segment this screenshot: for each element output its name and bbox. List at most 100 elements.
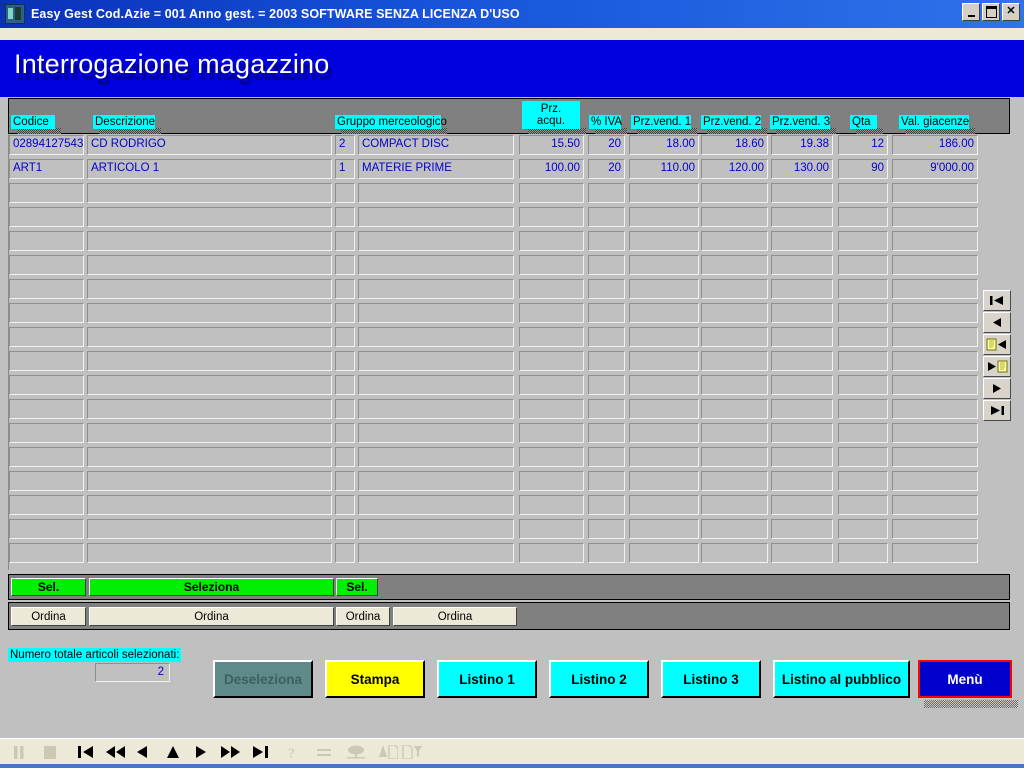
last-icon[interactable]	[252, 744, 268, 760]
previous-page-button[interactable]	[983, 334, 1011, 355]
cell-pv1[interactable]	[629, 351, 699, 371]
cell-qta[interactable]	[838, 471, 888, 491]
table-row[interactable]	[9, 326, 1011, 350]
fast-forward-icon[interactable]	[220, 744, 240, 760]
cell-gruppo_cod[interactable]: 1	[335, 159, 355, 179]
cell-val_giac[interactable]	[892, 279, 978, 299]
cell-val_giac[interactable]	[892, 183, 978, 203]
cell-pv3[interactable]	[771, 207, 833, 227]
listino-2-button[interactable]: Listino 2	[549, 660, 649, 698]
select-button-2[interactable]: Seleziona	[89, 578, 334, 596]
cell-gruppo_cod[interactable]	[335, 375, 355, 395]
cell-gruppo_cod[interactable]	[335, 255, 355, 275]
cell-codice[interactable]	[9, 183, 84, 203]
cell-codice[interactable]	[9, 423, 84, 443]
cell-descrizione[interactable]	[87, 303, 332, 323]
previous-record-button[interactable]	[983, 312, 1011, 333]
cell-val_giac[interactable]	[892, 327, 978, 347]
cell-gruppo[interactable]	[358, 327, 514, 347]
cell-gruppo_cod[interactable]	[335, 303, 355, 323]
filter-icon[interactable]	[402, 744, 422, 760]
cell-gruppo_cod[interactable]	[335, 183, 355, 203]
cell-gruppo[interactable]	[358, 255, 514, 275]
help-icon[interactable]: ?	[288, 744, 300, 760]
cell-prz_acqu[interactable]	[519, 183, 584, 203]
cell-val_giac[interactable]	[892, 303, 978, 323]
cell-val_giac[interactable]: 9'000.00	[892, 159, 978, 179]
table-row[interactable]	[9, 518, 1011, 542]
maximize-button[interactable]	[982, 3, 1000, 21]
cell-iva[interactable]	[588, 375, 625, 395]
cell-pv2[interactable]	[701, 543, 768, 563]
cell-descrizione[interactable]	[87, 351, 332, 371]
cell-pv3[interactable]	[771, 183, 833, 203]
cell-gruppo_cod[interactable]	[335, 207, 355, 227]
table-row[interactable]	[9, 374, 1011, 398]
cell-pv2[interactable]	[701, 423, 768, 443]
cell-qta[interactable]: 12	[838, 135, 888, 155]
cell-pv3[interactable]	[771, 399, 833, 419]
cell-gruppo[interactable]	[358, 495, 514, 515]
cell-iva[interactable]: 20	[588, 159, 625, 179]
table-row[interactable]	[9, 446, 1011, 470]
cell-codice[interactable]	[9, 279, 84, 299]
cell-gruppo[interactable]	[358, 279, 514, 299]
cell-descrizione[interactable]	[87, 495, 332, 515]
cell-gruppo_cod[interactable]	[335, 279, 355, 299]
cell-codice[interactable]: 0289412754388	[9, 135, 84, 155]
cell-pv1[interactable]	[629, 519, 699, 539]
minimize-button[interactable]	[962, 3, 980, 21]
cell-prz_acqu[interactable]: 15.50	[519, 135, 584, 155]
cell-qta[interactable]	[838, 255, 888, 275]
cell-pv1[interactable]	[629, 543, 699, 563]
cell-gruppo_cod[interactable]	[335, 351, 355, 371]
cell-qta[interactable]	[838, 231, 888, 251]
column-header[interactable]: Qta	[850, 115, 877, 129]
cell-gruppo[interactable]	[358, 519, 514, 539]
cell-prz_acqu[interactable]	[519, 543, 584, 563]
cell-val_giac[interactable]	[892, 543, 978, 563]
cell-pv2[interactable]	[701, 207, 768, 227]
cell-prz_acqu[interactable]	[519, 447, 584, 467]
cell-descrizione[interactable]	[87, 327, 332, 347]
table-row[interactable]	[9, 182, 1011, 206]
stop-icon[interactable]	[44, 744, 56, 760]
cell-prz_acqu[interactable]	[519, 303, 584, 323]
cell-descrizione[interactable]	[87, 255, 332, 275]
cell-pv2[interactable]	[701, 303, 768, 323]
cell-pv1[interactable]	[629, 303, 699, 323]
cell-gruppo[interactable]	[358, 351, 514, 371]
cell-val_giac[interactable]	[892, 423, 978, 443]
cell-prz_acqu[interactable]	[519, 255, 584, 275]
listino-1-button[interactable]: Listino 1	[437, 660, 537, 698]
cell-codice[interactable]	[9, 519, 84, 539]
sort-asc-icon[interactable]	[378, 744, 398, 760]
rewind-icon[interactable]	[106, 744, 126, 760]
cell-gruppo_cod[interactable]	[335, 447, 355, 467]
cell-pv3[interactable]	[771, 375, 833, 395]
cell-descrizione[interactable]	[87, 447, 332, 467]
cell-pv2[interactable]	[701, 375, 768, 395]
cell-pv3[interactable]	[771, 327, 833, 347]
cell-iva[interactable]	[588, 327, 625, 347]
up-icon[interactable]	[166, 744, 180, 760]
cell-pv3[interactable]	[771, 471, 833, 491]
cell-pv3[interactable]: 19.38	[771, 135, 833, 155]
cell-pv2[interactable]	[701, 255, 768, 275]
first-record-button[interactable]	[983, 290, 1011, 311]
cell-pv3[interactable]	[771, 231, 833, 251]
cell-qta[interactable]	[838, 351, 888, 371]
cell-pv1[interactable]	[629, 279, 699, 299]
cell-descrizione[interactable]	[87, 543, 332, 563]
cell-iva[interactable]	[588, 303, 625, 323]
print-preview-icon[interactable]	[346, 744, 366, 760]
cell-iva[interactable]	[588, 351, 625, 371]
cell-gruppo[interactable]: COMPACT DISC	[358, 135, 514, 155]
cell-pv3[interactable]	[771, 351, 833, 371]
cell-gruppo[interactable]	[358, 447, 514, 467]
cell-iva[interactable]	[588, 519, 625, 539]
cell-pv2[interactable]	[701, 495, 768, 515]
cell-gruppo_cod[interactable]	[335, 231, 355, 251]
order-button-2[interactable]: Ordina	[89, 607, 334, 626]
cell-iva[interactable]	[588, 399, 625, 419]
